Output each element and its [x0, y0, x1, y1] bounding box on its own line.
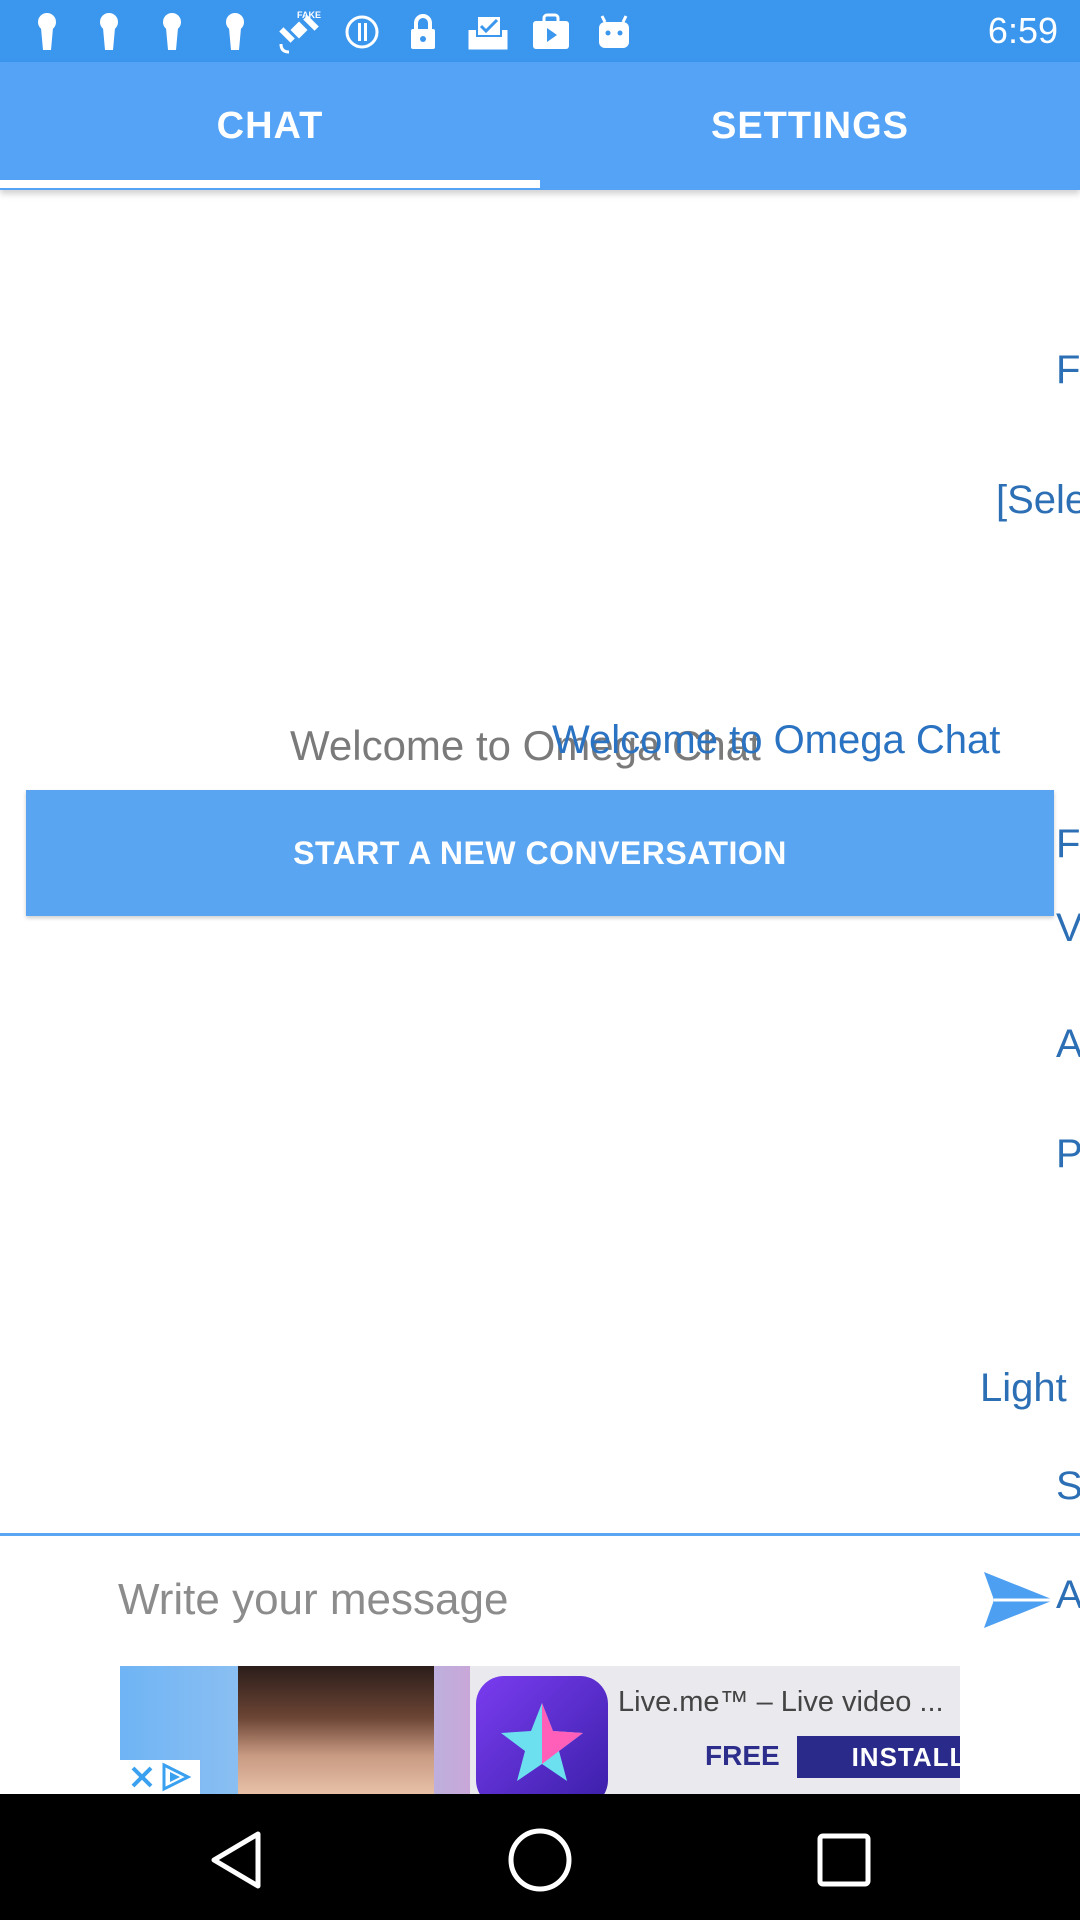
- welcome-text-settings: Welcome to Omega Chat: [552, 718, 1001, 762]
- home-circle-icon: [508, 1828, 572, 1892]
- android-icon: [594, 12, 634, 52]
- tab-settings[interactable]: SETTINGS: [540, 62, 1080, 190]
- play-bag-icon: [530, 12, 572, 52]
- ad-close-controls[interactable]: [120, 1760, 200, 1794]
- settings-peek-text: P: [1056, 1132, 1080, 1176]
- settings-peek-text: F: [1056, 348, 1080, 392]
- ad-free-label: FREE: [705, 1740, 780, 1771]
- send-button[interactable]: [980, 1568, 1058, 1632]
- settings-peek-text: V: [1056, 906, 1080, 950]
- keyhole-icon: [155, 12, 189, 52]
- keyhole-icon: [218, 12, 252, 52]
- back-triangle-icon: [211, 1831, 261, 1889]
- status-bar: FAKE 6:59: [0, 0, 1080, 62]
- tab-chat[interactable]: CHAT: [0, 62, 540, 190]
- info-circle-icon: [344, 12, 380, 52]
- svg-text:FAKE: FAKE: [297, 10, 321, 20]
- recents-button[interactable]: [804, 1820, 884, 1900]
- lock-icon: [406, 12, 440, 52]
- settings-peek-text: A: [1056, 1022, 1080, 1066]
- ad-photo: [238, 1666, 434, 1794]
- status-time: 6:59: [987, 10, 1058, 51]
- star-icon: [501, 1703, 583, 1781]
- ad-install-button[interactable]: INSTALL: [797, 1736, 960, 1778]
- ad-banner[interactable]: Live.me™ – Live video ... FREE INSTALL: [120, 1666, 960, 1794]
- start-new-conversation-button[interactable]: START A NEW CONVERSATION: [26, 790, 1054, 916]
- check-message-icon: [466, 12, 510, 52]
- settings-peek-select[interactable]: [Sele: [996, 478, 1080, 523]
- close-icon[interactable]: [128, 1763, 156, 1791]
- settings-peek-text: F: [1056, 822, 1080, 866]
- settings-peek-text: S: [1056, 1464, 1080, 1508]
- navigation-bar: [0, 1794, 1080, 1920]
- active-tab-indicator: [0, 180, 540, 188]
- fake-gps-icon: FAKE: [274, 10, 324, 54]
- home-button[interactable]: [500, 1820, 580, 1900]
- settings-peek-light[interactable]: Light: [980, 1366, 1067, 1411]
- liveme-app-icon: [476, 1676, 608, 1794]
- keyhole-icon: [30, 12, 64, 52]
- adchoices-icon[interactable]: [160, 1762, 192, 1792]
- ad-title: Live.me™ – Live video ...: [618, 1686, 944, 1718]
- recents-square-icon: [817, 1833, 871, 1887]
- send-icon: [984, 1572, 1054, 1628]
- tab-bar: CHAT SETTINGS: [0, 62, 1080, 190]
- input-divider: [0, 1533, 1080, 1536]
- message-input[interactable]: [118, 1560, 958, 1640]
- keyhole-icon: [92, 12, 126, 52]
- back-button[interactable]: [196, 1820, 276, 1900]
- settings-peek-text: A: [1056, 1573, 1080, 1617]
